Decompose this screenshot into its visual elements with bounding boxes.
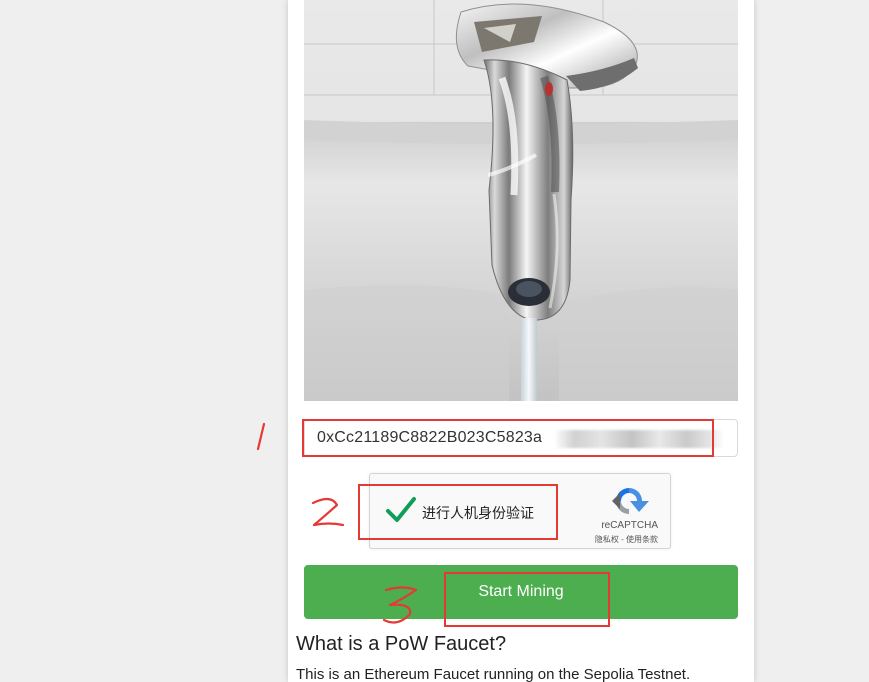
pow-faucet-heading: What is a PoW Faucet? — [296, 633, 507, 655]
annotation-mark-1 — [256, 422, 266, 451]
recaptcha-label: 进行人机身份验证 — [422, 505, 534, 521]
address-redaction — [554, 430, 724, 448]
recaptcha-widget[interactable]: 进行人机身份验证 reCAPTCHA 隐私权 - 使用条款 — [369, 473, 671, 549]
wallet-address-input[interactable]: 0xCc21189C8822B023C5823a — [304, 419, 738, 457]
faucet-image — [304, 0, 738, 401]
recaptcha-brand: reCAPTCHA — [601, 520, 658, 531]
faucet-photo — [304, 0, 738, 401]
recaptcha-links[interactable]: 隐私权 - 使用条款 — [595, 534, 658, 545]
wallet-address-value: 0xCc21189C8822B023C5823a — [317, 429, 543, 446]
faucet-panel: 0xCc21189C8822B023C5823a 进行人机身份验证 reCAPT… — [288, 0, 754, 682]
recaptcha-logo-icon — [612, 488, 649, 514]
start-mining-button[interactable]: Start Mining — [304, 565, 738, 619]
pow-faucet-description: This is an Ethereum Faucet running on th… — [296, 666, 691, 682]
check-icon — [386, 497, 416, 522]
